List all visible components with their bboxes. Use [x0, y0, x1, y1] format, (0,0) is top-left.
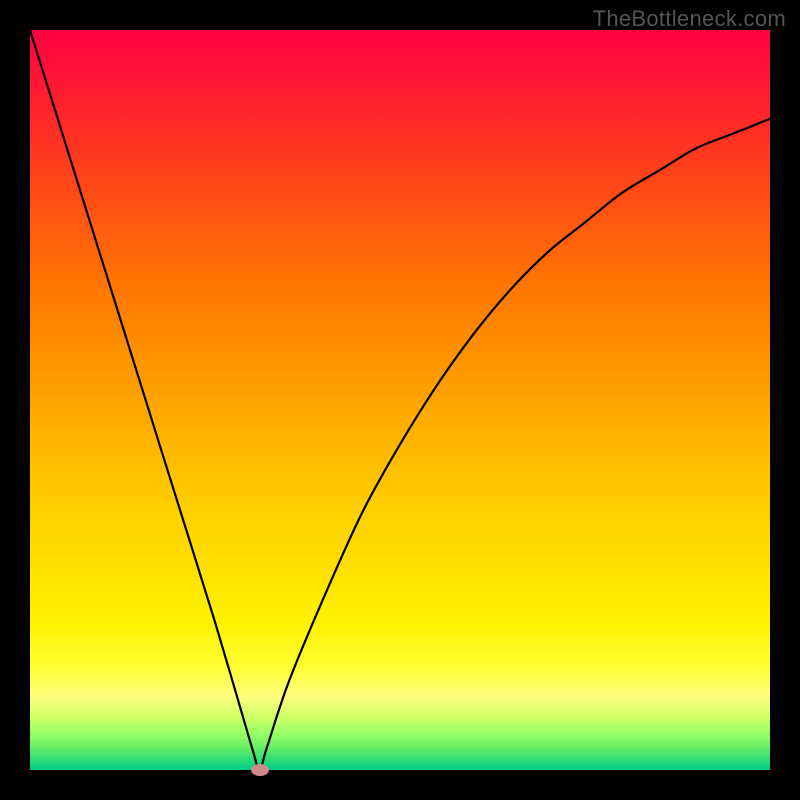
watermark-text: TheBottleneck.com	[593, 6, 786, 32]
chart-frame: TheBottleneck.com	[0, 0, 800, 800]
plot-area	[30, 30, 770, 770]
bottleneck-curve	[30, 30, 770, 770]
optimal-point-marker	[251, 764, 269, 776]
